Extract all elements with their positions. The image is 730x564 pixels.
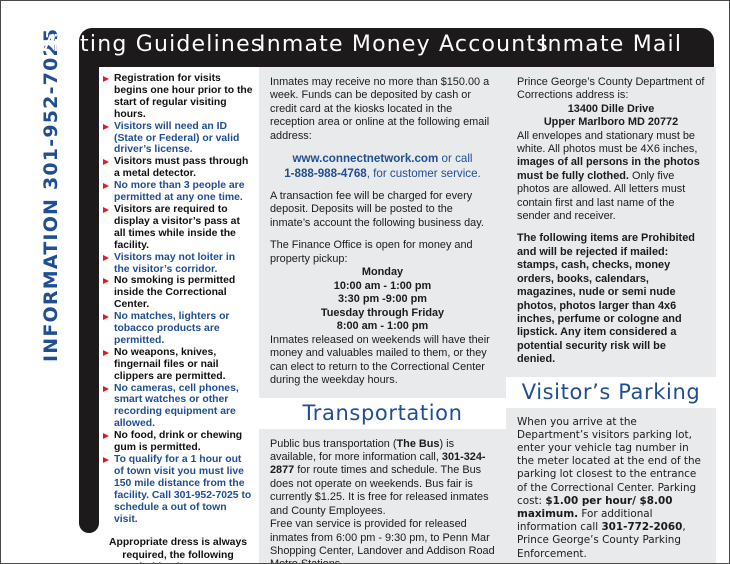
money-intro: Inmates may receive no more than $150.00…	[270, 76, 490, 142]
guideline-bullet: Visitors may not loiter in the visitor’s…	[103, 252, 253, 276]
money-transaction-fee: A transaction fee will be charged for ev…	[270, 190, 484, 229]
bus-text-c: for route times and schedule. The Bus do…	[270, 464, 489, 517]
transportation-paragraph-1: Public bus transportation (The Bus) is a…	[270, 438, 495, 518]
heading-inmate-money-accounts: Inmate Money Accounts	[259, 32, 549, 57]
guideline-bullet: Visitors must pass through a metal detec…	[103, 156, 253, 180]
mail-rules-a: All envelopes and stationary must be whi…	[517, 129, 698, 156]
guideline-bullet: Visitors will need an ID (State or Feder…	[103, 121, 253, 157]
visiting-guidelines-list: Registration for visits begins one hour …	[103, 73, 253, 525]
money-website-suffix: or call	[438, 152, 473, 166]
guideline-bullet: No food, drink or chewing gum is permitt…	[103, 430, 253, 454]
guideline-bullet: Registration for visits begins one hour …	[103, 73, 253, 121]
column-mail-parking: Prince George’s County Department of Cor…	[506, 67, 716, 563]
finance-hours-line: Monday	[361, 266, 404, 279]
heading-visitors-parking: Visitor’s Parking	[506, 376, 716, 408]
money-accounts-body: Inmates may receive no more than $150.00…	[259, 67, 506, 398]
mail-address-line-1: 13400 Dille Drive	[567, 102, 655, 115]
guideline-bullet: No more than 3 people are permitted at a…	[103, 180, 253, 204]
parking-body: When you arrive at the Department’s visi…	[506, 408, 716, 563]
dress-code-block: Appropriate dress is always required, th…	[103, 537, 253, 563]
column-visiting-guidelines: Registration for visits begins one hour …	[99, 67, 259, 563]
heading-visiting-guidelines: Visiting Guidelines	[37, 32, 264, 57]
heading-transportation: Transportation	[259, 397, 506, 429]
money-weekend-release: Inmates released on weekends will have t…	[270, 334, 490, 387]
guideline-bullet: No weapons, knives, fingernail files or …	[103, 347, 253, 383]
guideline-bullet: Visitors are required to display a visit…	[103, 204, 253, 252]
the-bus-label: The Bus	[396, 437, 440, 450]
inmate-mail-body: Prince George’s County Department of Cor…	[506, 67, 716, 377]
bus-text-a: Public bus transportation (	[270, 437, 397, 450]
vertical-information-phone: INFORMATION 301-952-7025	[40, 27, 62, 362]
parking-paragraph: When you arrive at the Department’s visi…	[517, 416, 706, 561]
dress-code-intro: Appropriate dress is always required, th…	[108, 537, 248, 563]
connectnetwork-link[interactable]: www.connectnetwork.com	[293, 152, 439, 165]
mail-prohibited-items: The following items are Prohibited and w…	[517, 232, 695, 366]
mail-address-intro: Prince George’s County Department of Cor…	[517, 76, 705, 102]
parking-enforcement-phone[interactable]: 301-772-2060	[601, 521, 682, 533]
finance-hours-line: 3:30 pm -9:00 pm	[338, 293, 427, 306]
finance-office-hours: Monday 10:00 am - 1:00 pm 3:30 pm -9:00 pm…	[270, 266, 495, 334]
parking-text-a: When you arrive at the Department’s visi…	[517, 415, 701, 507]
transportation-paragraph-2: Free van service is provided for release…	[270, 518, 495, 563]
heading-inmate-mail: Inmate Mail	[539, 32, 683, 57]
money-phone-suffix: , for customer service.	[366, 166, 481, 180]
column-money-transportation: Inmates may receive no more than $150.00…	[259, 67, 506, 563]
customer-service-phone[interactable]: 1-888-988-4768	[284, 167, 367, 180]
finance-hours-line: Tuesday through Friday	[320, 306, 445, 319]
money-phone-line: 1-888-988-4768, for customer service.	[270, 167, 495, 182]
masthead-left-spine	[79, 65, 99, 533]
money-website-line: www.connectnetwork.com or call	[270, 152, 495, 167]
mail-address-line-2: Upper Marlboro MD 20772	[543, 116, 679, 129]
finance-office-intro: The Finance Office is open for money and…	[270, 239, 473, 265]
finance-hours-line: 10:00 am - 1:00 pm	[333, 279, 432, 292]
guideline-bullet: No cameras, cell phones, smart watches o…	[103, 383, 253, 431]
mail-rules: All envelopes and stationary must be whi…	[517, 130, 705, 224]
guideline-bullet: No matches, lighters or tobacco products…	[103, 311, 253, 347]
flyer-page: INFORMATION 301-952-7025 Visiting Guidel…	[0, 0, 730, 564]
finance-hours-line: 8:00 am - 1:00 pm	[336, 320, 429, 333]
transportation-body: Public bus transportation (The Bus) is a…	[259, 429, 506, 563]
guideline-bullet: No smoking is permitted inside the Corre…	[103, 275, 253, 311]
guideline-bullet: To qualify for a 1 hour out of town visi…	[103, 454, 253, 525]
